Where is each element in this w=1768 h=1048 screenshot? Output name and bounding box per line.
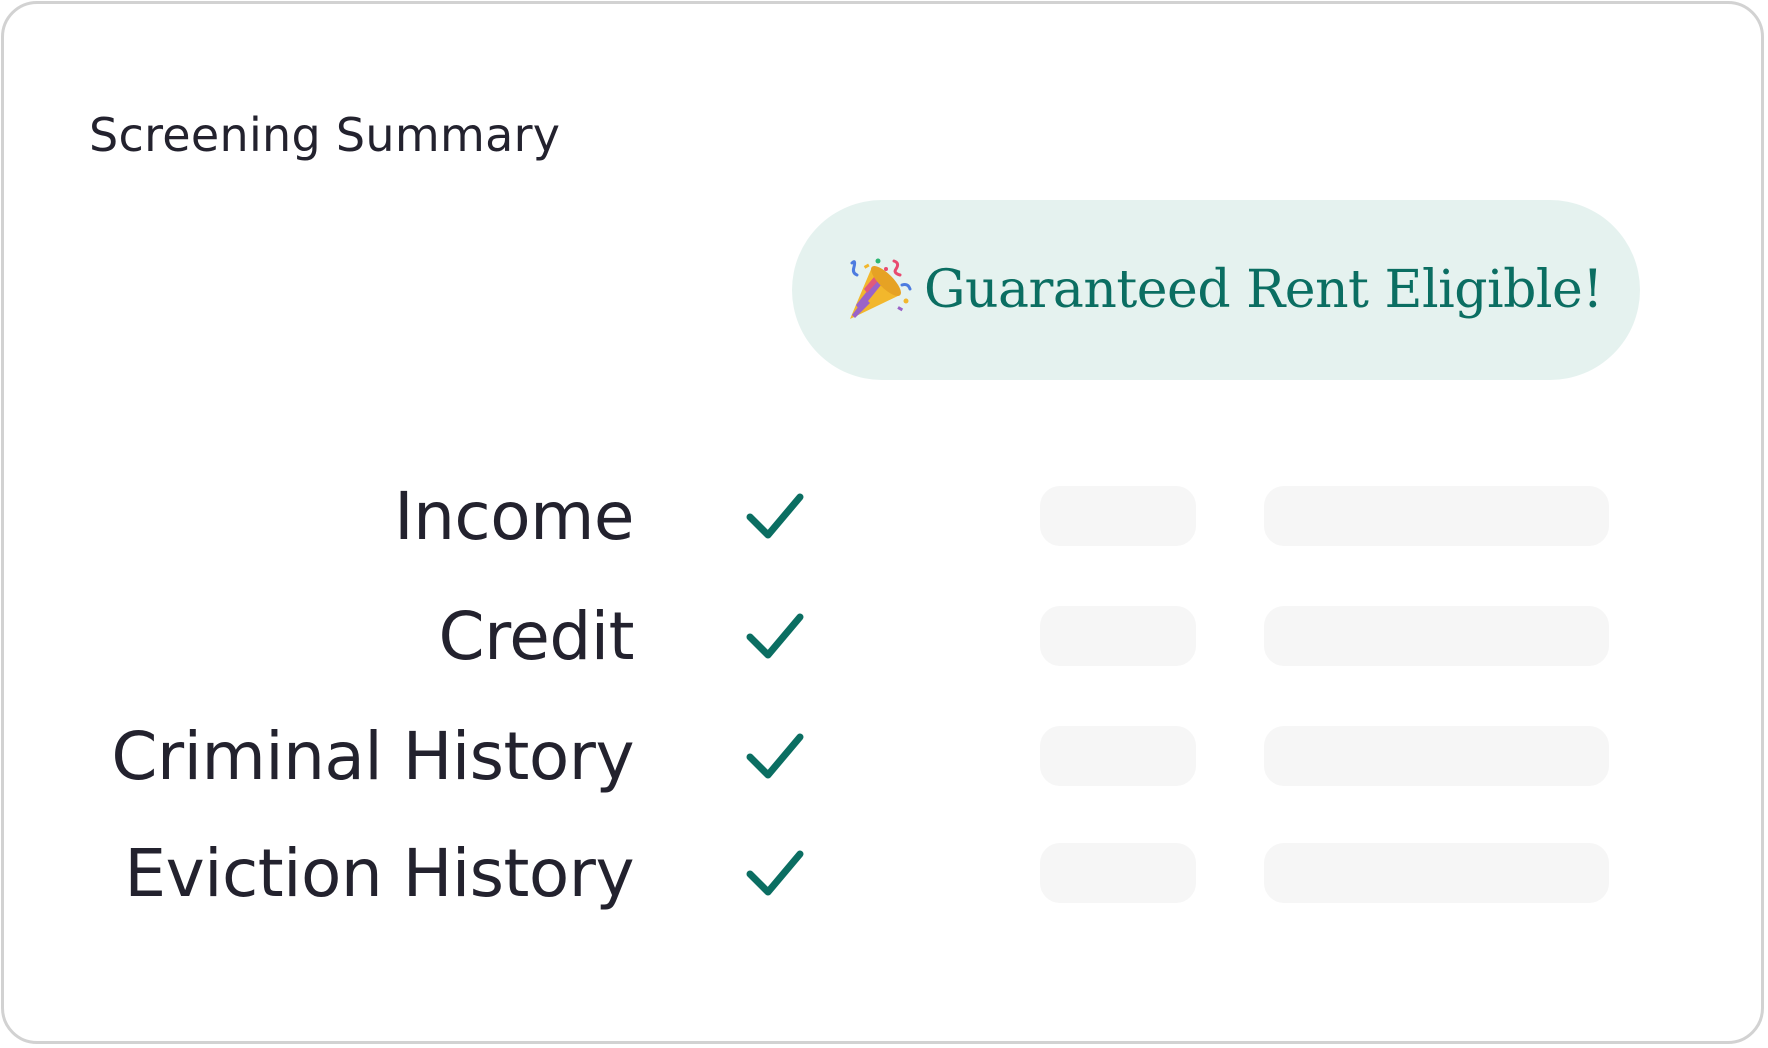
check-row-criminal-history: Criminal History (4, 717, 1768, 797)
checkmark-icon (746, 850, 804, 896)
check-label: Income (394, 478, 634, 555)
placeholder-bar-long (1264, 726, 1609, 786)
placeholder-bar-long (1264, 486, 1609, 546)
placeholder-bar-short (1040, 843, 1196, 903)
placeholder-bar-short (1040, 486, 1196, 546)
checkmark-icon (746, 493, 804, 539)
check-row-eviction-history: Eviction History (4, 834, 1768, 914)
eligibility-text: Guaranteed Rent Eligible! (924, 260, 1603, 320)
card-title: Screening Summary (89, 108, 561, 162)
checkmark-icon (746, 733, 804, 779)
check-row-income: Income (4, 477, 1768, 557)
screening-summary-card: Screening Summary Guaranteed Rent Eligib… (1, 1, 1764, 1044)
placeholder-bar-short (1040, 606, 1196, 666)
check-row-credit: Credit (4, 597, 1768, 677)
placeholder-bar-long (1264, 606, 1609, 666)
placeholder-bar-long (1264, 843, 1609, 903)
eligibility-badge: Guaranteed Rent Eligible! (792, 200, 1640, 380)
checkmark-icon (746, 613, 804, 659)
placeholder-bar-short (1040, 726, 1196, 786)
check-label: Eviction History (124, 835, 634, 912)
check-label: Credit (438, 598, 635, 675)
check-label: Criminal History (111, 718, 634, 795)
party-popper-icon (842, 255, 912, 325)
